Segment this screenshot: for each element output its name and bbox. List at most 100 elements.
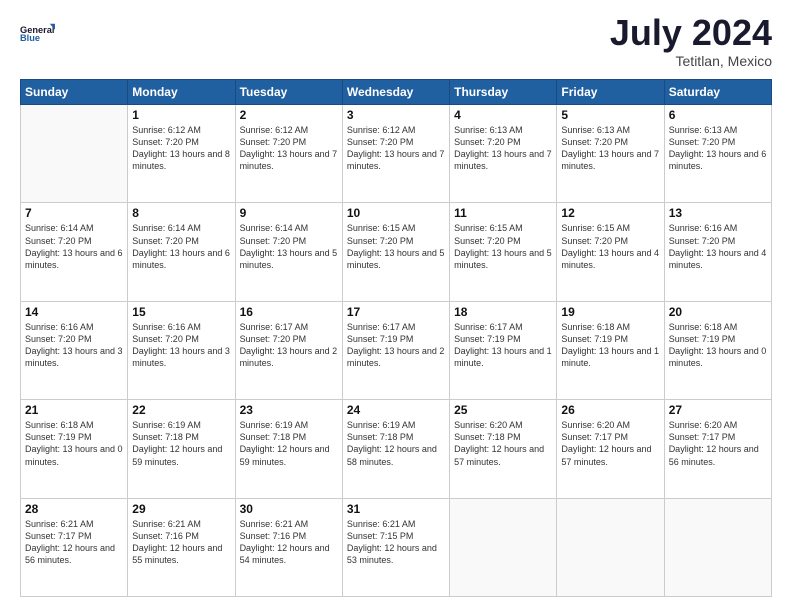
table-row: 7 Sunrise: 6:14 AMSunset: 7:20 PMDayligh…	[21, 203, 128, 301]
day-info: Sunrise: 6:17 AMSunset: 7:19 PMDaylight:…	[347, 321, 445, 370]
day-number: 27	[669, 403, 767, 417]
day-number: 11	[454, 206, 552, 220]
table-row: 6 Sunrise: 6:13 AMSunset: 7:20 PMDayligh…	[664, 105, 771, 203]
table-row: 27 Sunrise: 6:20 AMSunset: 7:17 PMDaylig…	[664, 400, 771, 498]
day-info: Sunrise: 6:16 AMSunset: 7:20 PMDaylight:…	[132, 321, 230, 370]
table-row: 24 Sunrise: 6:19 AMSunset: 7:18 PMDaylig…	[342, 400, 449, 498]
day-number: 26	[561, 403, 659, 417]
day-number: 5	[561, 108, 659, 122]
table-row: 22 Sunrise: 6:19 AMSunset: 7:18 PMDaylig…	[128, 400, 235, 498]
location-subtitle: Tetitlan, Mexico	[610, 53, 772, 69]
day-info: Sunrise: 6:17 AMSunset: 7:19 PMDaylight:…	[454, 321, 552, 370]
day-number: 6	[669, 108, 767, 122]
table-row: 28 Sunrise: 6:21 AMSunset: 7:17 PMDaylig…	[21, 498, 128, 596]
day-number: 17	[347, 305, 445, 319]
day-info: Sunrise: 6:14 AMSunset: 7:20 PMDaylight:…	[132, 222, 230, 271]
calendar-week-row: 21 Sunrise: 6:18 AMSunset: 7:19 PMDaylig…	[21, 400, 772, 498]
logo-svg: General Blue	[20, 15, 56, 51]
day-number: 23	[240, 403, 338, 417]
day-number: 22	[132, 403, 230, 417]
table-row: 31 Sunrise: 6:21 AMSunset: 7:15 PMDaylig…	[342, 498, 449, 596]
table-row: 16 Sunrise: 6:17 AMSunset: 7:20 PMDaylig…	[235, 301, 342, 399]
day-number: 19	[561, 305, 659, 319]
day-number: 25	[454, 403, 552, 417]
table-row: 10 Sunrise: 6:15 AMSunset: 7:20 PMDaylig…	[342, 203, 449, 301]
table-row	[450, 498, 557, 596]
day-number: 24	[347, 403, 445, 417]
table-row: 12 Sunrise: 6:15 AMSunset: 7:20 PMDaylig…	[557, 203, 664, 301]
col-sunday: Sunday	[21, 80, 128, 105]
day-number: 30	[240, 502, 338, 516]
header-row: Sunday Monday Tuesday Wednesday Thursday…	[21, 80, 772, 105]
day-number: 2	[240, 108, 338, 122]
col-monday: Monday	[128, 80, 235, 105]
day-number: 14	[25, 305, 123, 319]
day-info: Sunrise: 6:15 AMSunset: 7:20 PMDaylight:…	[561, 222, 659, 271]
table-row: 11 Sunrise: 6:15 AMSunset: 7:20 PMDaylig…	[450, 203, 557, 301]
day-info: Sunrise: 6:20 AMSunset: 7:17 PMDaylight:…	[669, 419, 767, 468]
table-row: 4 Sunrise: 6:13 AMSunset: 7:20 PMDayligh…	[450, 105, 557, 203]
table-row: 3 Sunrise: 6:12 AMSunset: 7:20 PMDayligh…	[342, 105, 449, 203]
table-row: 9 Sunrise: 6:14 AMSunset: 7:20 PMDayligh…	[235, 203, 342, 301]
calendar-week-row: 28 Sunrise: 6:21 AMSunset: 7:17 PMDaylig…	[21, 498, 772, 596]
table-row: 17 Sunrise: 6:17 AMSunset: 7:19 PMDaylig…	[342, 301, 449, 399]
day-number: 31	[347, 502, 445, 516]
day-info: Sunrise: 6:18 AMSunset: 7:19 PMDaylight:…	[561, 321, 659, 370]
calendar-page: General Blue July 2024 Tetitlan, Mexico …	[0, 0, 792, 612]
col-thursday: Thursday	[450, 80, 557, 105]
day-number: 4	[454, 108, 552, 122]
day-number: 18	[454, 305, 552, 319]
month-title: July 2024	[610, 15, 772, 51]
table-row: 14 Sunrise: 6:16 AMSunset: 7:20 PMDaylig…	[21, 301, 128, 399]
table-row	[557, 498, 664, 596]
table-row: 20 Sunrise: 6:18 AMSunset: 7:19 PMDaylig…	[664, 301, 771, 399]
day-info: Sunrise: 6:20 AMSunset: 7:17 PMDaylight:…	[561, 419, 659, 468]
day-info: Sunrise: 6:12 AMSunset: 7:20 PMDaylight:…	[132, 124, 230, 173]
day-number: 3	[347, 108, 445, 122]
table-row: 1 Sunrise: 6:12 AMSunset: 7:20 PMDayligh…	[128, 105, 235, 203]
day-info: Sunrise: 6:13 AMSunset: 7:20 PMDaylight:…	[561, 124, 659, 173]
day-info: Sunrise: 6:12 AMSunset: 7:20 PMDaylight:…	[347, 124, 445, 173]
day-number: 13	[669, 206, 767, 220]
day-info: Sunrise: 6:21 AMSunset: 7:16 PMDaylight:…	[132, 518, 230, 567]
day-number: 28	[25, 502, 123, 516]
day-info: Sunrise: 6:20 AMSunset: 7:18 PMDaylight:…	[454, 419, 552, 468]
col-tuesday: Tuesday	[235, 80, 342, 105]
calendar-week-row: 14 Sunrise: 6:16 AMSunset: 7:20 PMDaylig…	[21, 301, 772, 399]
day-info: Sunrise: 6:14 AMSunset: 7:20 PMDaylight:…	[240, 222, 338, 271]
day-number: 10	[347, 206, 445, 220]
day-number: 8	[132, 206, 230, 220]
table-row	[664, 498, 771, 596]
day-number: 16	[240, 305, 338, 319]
day-info: Sunrise: 6:21 AMSunset: 7:15 PMDaylight:…	[347, 518, 445, 567]
day-number: 7	[25, 206, 123, 220]
day-info: Sunrise: 6:18 AMSunset: 7:19 PMDaylight:…	[25, 419, 123, 468]
day-info: Sunrise: 6:14 AMSunset: 7:20 PMDaylight:…	[25, 222, 123, 271]
logo: General Blue	[20, 15, 56, 51]
day-number: 1	[132, 108, 230, 122]
day-info: Sunrise: 6:13 AMSunset: 7:20 PMDaylight:…	[454, 124, 552, 173]
table-row: 30 Sunrise: 6:21 AMSunset: 7:16 PMDaylig…	[235, 498, 342, 596]
calendar-week-row: 1 Sunrise: 6:12 AMSunset: 7:20 PMDayligh…	[21, 105, 772, 203]
table-row: 26 Sunrise: 6:20 AMSunset: 7:17 PMDaylig…	[557, 400, 664, 498]
day-number: 21	[25, 403, 123, 417]
table-row: 29 Sunrise: 6:21 AMSunset: 7:16 PMDaylig…	[128, 498, 235, 596]
col-saturday: Saturday	[664, 80, 771, 105]
day-number: 20	[669, 305, 767, 319]
table-row: 25 Sunrise: 6:20 AMSunset: 7:18 PMDaylig…	[450, 400, 557, 498]
table-row: 21 Sunrise: 6:18 AMSunset: 7:19 PMDaylig…	[21, 400, 128, 498]
day-info: Sunrise: 6:18 AMSunset: 7:19 PMDaylight:…	[669, 321, 767, 370]
day-info: Sunrise: 6:21 AMSunset: 7:16 PMDaylight:…	[240, 518, 338, 567]
day-info: Sunrise: 6:21 AMSunset: 7:17 PMDaylight:…	[25, 518, 123, 567]
day-info: Sunrise: 6:17 AMSunset: 7:20 PMDaylight:…	[240, 321, 338, 370]
table-row: 23 Sunrise: 6:19 AMSunset: 7:18 PMDaylig…	[235, 400, 342, 498]
table-row	[21, 105, 128, 203]
day-info: Sunrise: 6:19 AMSunset: 7:18 PMDaylight:…	[240, 419, 338, 468]
svg-text:Blue: Blue	[20, 33, 40, 43]
calendar-week-row: 7 Sunrise: 6:14 AMSunset: 7:20 PMDayligh…	[21, 203, 772, 301]
table-row: 15 Sunrise: 6:16 AMSunset: 7:20 PMDaylig…	[128, 301, 235, 399]
day-info: Sunrise: 6:16 AMSunset: 7:20 PMDaylight:…	[25, 321, 123, 370]
col-friday: Friday	[557, 80, 664, 105]
day-info: Sunrise: 6:19 AMSunset: 7:18 PMDaylight:…	[132, 419, 230, 468]
day-number: 9	[240, 206, 338, 220]
